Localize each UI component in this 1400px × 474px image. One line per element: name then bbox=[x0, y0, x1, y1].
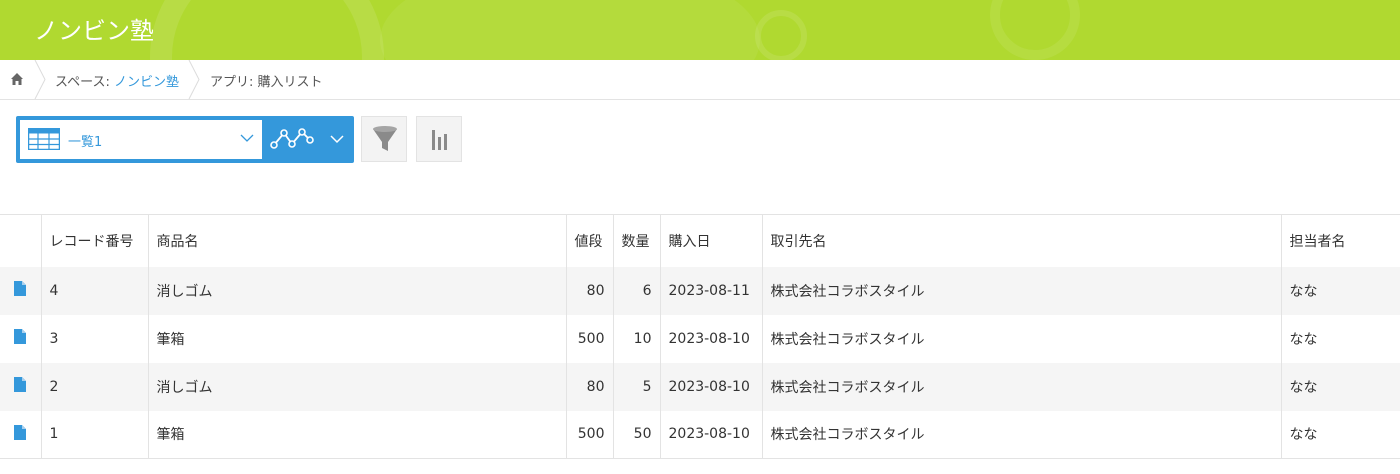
home-icon[interactable] bbox=[10, 72, 24, 86]
column-header[interactable]: 数量 bbox=[612, 214, 660, 267]
table-row: 2 消しゴム 80 5 2023-08-10 株式会社コラボスタイル なな bbox=[0, 362, 1400, 411]
client-name-cell: 株式会社コラボスタイル bbox=[761, 410, 1281, 459]
header-decoration bbox=[755, 10, 807, 60]
view-name: 一覧1 bbox=[68, 135, 103, 150]
record-detail-link[interactable] bbox=[0, 314, 41, 363]
record-number-cell: 3 bbox=[40, 314, 148, 363]
breadcrumb-app: アプリ: 購入リスト bbox=[210, 75, 323, 90]
quantity-cell: 10 bbox=[612, 314, 660, 363]
product-name-cell[interactable]: 筆箱 bbox=[147, 314, 566, 363]
app-header: ノンビン塾 bbox=[0, 0, 1400, 60]
price-cell: 500 bbox=[565, 314, 613, 363]
funnel-icon bbox=[373, 126, 397, 151]
record-number-cell: 2 bbox=[40, 362, 148, 411]
graph-icon bbox=[270, 128, 314, 149]
breadcrumb: スペース: ノンビン塾 アプリ: 購入リスト bbox=[0, 60, 1400, 100]
record-detail-icon[interactable] bbox=[14, 329, 27, 344]
bar-chart-icon bbox=[432, 130, 447, 150]
record-detail-link[interactable] bbox=[0, 362, 41, 411]
person-name-cell: なな bbox=[1280, 410, 1400, 459]
client-name-cell: 株式会社コラボスタイル bbox=[761, 314, 1281, 363]
price-cell: 500 bbox=[565, 410, 613, 459]
record-detail-icon[interactable] bbox=[14, 377, 27, 392]
breadcrumb-separator bbox=[188, 60, 200, 99]
record-detail-link[interactable] bbox=[0, 266, 41, 315]
record-number-cell: 4 bbox=[40, 266, 148, 315]
column-header[interactable]: 取引先名 bbox=[761, 214, 1281, 267]
header-decoration bbox=[150, 0, 384, 60]
breadcrumb-space-link[interactable]: ノンビン塾 bbox=[114, 75, 179, 90]
table-row: 1 筆箱 500 50 2023-08-10 株式会社コラボスタイル なな bbox=[0, 410, 1400, 459]
person-name-cell: なな bbox=[1280, 314, 1400, 363]
view-select-dropdown[interactable]: 一覧1 bbox=[20, 120, 262, 159]
column-header[interactable]: 担当者名 bbox=[1280, 214, 1400, 267]
quantity-cell: 6 bbox=[612, 266, 660, 315]
breadcrumb-space[interactable]: スペース: ノンビン塾 bbox=[55, 71, 179, 90]
space-title[interactable]: ノンビン塾 bbox=[34, 11, 154, 46]
header-decoration bbox=[380, 0, 760, 60]
table-row: 3 筆箱 500 10 2023-08-10 株式会社コラボスタイル なな bbox=[0, 314, 1400, 363]
product-name-cell[interactable]: 消しゴム bbox=[147, 266, 566, 315]
breadcrumb-separator bbox=[34, 60, 46, 99]
price-cell: 80 bbox=[565, 266, 613, 315]
chevron-down-icon bbox=[240, 134, 254, 142]
chart-button[interactable] bbox=[416, 116, 462, 162]
chevron-down-icon bbox=[330, 135, 344, 144]
product-name-cell[interactable]: 消しゴム bbox=[147, 362, 566, 411]
table-grid-icon bbox=[28, 128, 60, 150]
person-name-cell: なな bbox=[1280, 266, 1400, 315]
table-header-row: レコード番号 商品名 値段 数量 購入日 取引先名 担当者名 bbox=[0, 214, 1400, 267]
column-header[interactable]: 商品名 bbox=[147, 214, 566, 267]
record-detail-link[interactable] bbox=[0, 410, 41, 459]
graph-dropdown-button[interactable] bbox=[326, 120, 350, 159]
column-header bbox=[0, 214, 41, 267]
record-detail-icon[interactable] bbox=[14, 424, 27, 440]
filter-button[interactable] bbox=[361, 116, 407, 162]
record-number-cell: 1 bbox=[40, 410, 148, 459]
person-name-cell: なな bbox=[1280, 362, 1400, 411]
purchase-date-cell: 2023-08-11 bbox=[659, 266, 762, 315]
quantity-cell: 50 bbox=[612, 410, 660, 459]
breadcrumb-space-prefix: スペース: bbox=[55, 75, 114, 90]
client-name-cell: 株式会社コラボスタイル bbox=[761, 266, 1281, 315]
column-header[interactable]: 値段 bbox=[565, 214, 613, 267]
graph-view-button[interactable] bbox=[266, 120, 326, 159]
purchase-date-cell: 2023-08-10 bbox=[659, 362, 762, 411]
purchase-date-cell: 2023-08-10 bbox=[659, 314, 762, 363]
table-row: 4 消しゴム 80 6 2023-08-11 株式会社コラボスタイル なな bbox=[0, 266, 1400, 315]
product-name-cell[interactable]: 筆箱 bbox=[147, 410, 566, 459]
quantity-cell: 5 bbox=[612, 362, 660, 411]
record-detail-icon[interactable] bbox=[14, 281, 27, 296]
header-decoration bbox=[990, 0, 1080, 60]
client-name-cell: 株式会社コラボスタイル bbox=[761, 362, 1281, 411]
records-table: レコード番号 商品名 値段 数量 購入日 取引先名 担当者名 4 消しゴム 80 6 2… bbox=[0, 214, 1400, 459]
column-header[interactable]: 購入日 bbox=[659, 214, 762, 267]
column-header[interactable]: レコード番号 bbox=[40, 214, 148, 267]
purchase-date-cell: 2023-08-10 bbox=[659, 410, 762, 459]
price-cell: 80 bbox=[565, 362, 613, 411]
